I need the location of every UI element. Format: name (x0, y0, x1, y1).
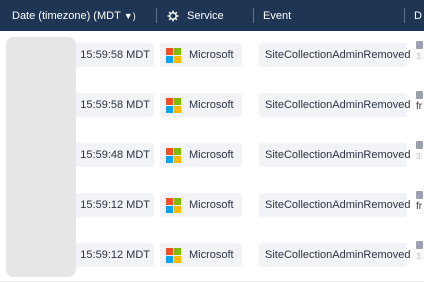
microsoft-logo-icon (166, 147, 181, 163)
detail-text: 3: (416, 252, 423, 261)
microsoft-logo-icon (166, 47, 181, 63)
time-text: 15:59:12 MDT (80, 249, 150, 261)
column-divider[interactable] (156, 8, 157, 23)
service-cell: Microsoft (160, 243, 242, 267)
detail-text: 3: (416, 52, 423, 61)
column-header-date[interactable]: Date (timezone) (MDT ▼) (12, 0, 136, 31)
service-text: Microsoft (189, 49, 234, 61)
settings-gear-icon (167, 10, 179, 21)
document-icon (416, 141, 423, 149)
column-header-service-label: Service (187, 9, 224, 22)
column-divider[interactable] (253, 8, 254, 23)
service-cell: Microsoft (160, 193, 242, 217)
service-cell: Microsoft (160, 143, 242, 167)
microsoft-logo-icon (166, 97, 181, 113)
time-text: 15:59:58 MDT (80, 49, 150, 61)
column-divider[interactable] (404, 8, 405, 23)
event-text: SiteCollectionAdminRemoved (265, 199, 411, 211)
event-text: SiteCollectionAdminRemoved (265, 149, 411, 161)
detail-text: 3: (416, 152, 423, 161)
detail-cell: 3: (416, 41, 424, 62)
document-icon (416, 241, 423, 249)
column-header-detail-label: D (414, 9, 422, 22)
service-text: Microsoft (189, 149, 234, 161)
detail-text: fr (416, 101, 423, 112)
redacted-user-column (6, 37, 76, 277)
event-table-body: 15:59:58 MDT Microsoft SiteCollectionAdm… (0, 31, 424, 282)
service-text: Microsoft (189, 99, 234, 111)
sort-caret-icon[interactable]: ▼) (124, 11, 136, 21)
document-icon (416, 191, 423, 199)
service-cell: Microsoft (160, 43, 242, 67)
service-text: Microsoft (189, 199, 234, 211)
event-cell: SiteCollectionAdminRemoved (259, 143, 411, 167)
microsoft-logo-icon (166, 247, 181, 263)
detail-cell: fr (416, 91, 424, 112)
time-text: 15:59:58 MDT (80, 99, 150, 111)
service-text: Microsoft (189, 249, 234, 261)
column-header-detail[interactable]: D (414, 0, 422, 31)
detail-cell: 3: (416, 241, 424, 262)
event-text: SiteCollectionAdminRemoved (265, 99, 411, 111)
microsoft-logo-icon (166, 197, 181, 213)
event-cell: SiteCollectionAdminRemoved (259, 93, 411, 117)
event-text: SiteCollectionAdminRemoved (265, 249, 411, 261)
service-cell: Microsoft (160, 93, 242, 117)
column-header-date-label: Date (timezone) (MDT (12, 9, 121, 22)
document-icon (416, 91, 423, 99)
event-cell: SiteCollectionAdminRemoved (259, 243, 411, 267)
time-text: 15:59:12 MDT (80, 199, 150, 211)
detail-cell: 3: (416, 141, 424, 162)
column-header-event-label: Event (263, 9, 292, 22)
time-text: 15:59:48 MDT (80, 149, 150, 161)
event-text: SiteCollectionAdminRemoved (265, 49, 411, 61)
event-cell: SiteCollectionAdminRemoved (259, 193, 411, 217)
column-header-event[interactable]: Event (263, 0, 291, 31)
column-header-service[interactable]: Service (167, 0, 224, 31)
event-cell: SiteCollectionAdminRemoved (259, 43, 411, 67)
document-icon (416, 41, 423, 49)
detail-text: fr (416, 201, 423, 212)
table-header: Date (timezone) (MDT ▼) Service Event D (0, 0, 424, 31)
detail-cell: fr (416, 191, 424, 212)
